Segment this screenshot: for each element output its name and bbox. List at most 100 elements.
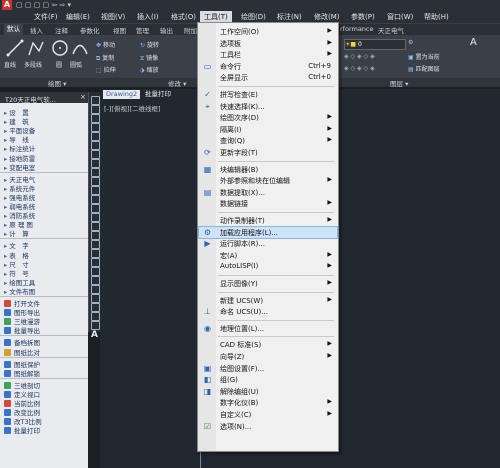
palette-item[interactable]: 图纸解锁 <box>4 368 40 378</box>
close-icon[interactable]: × <box>80 93 86 101</box>
scale-tool[interactable]: ⬗ 缩放 <box>140 65 159 74</box>
text-tool-icon[interactable]: A <box>91 330 98 340</box>
draw-tool-icon[interactable] <box>91 204 100 213</box>
draw-tool-icon[interactable] <box>91 168 100 177</box>
tab-insert[interactable]: 插入 <box>30 25 43 35</box>
draw-tool-icon[interactable] <box>91 222 100 231</box>
draw-tool-icon[interactable] <box>91 213 100 222</box>
move-tool[interactable]: ✥ 移动 <box>96 40 115 49</box>
tools-menu-item[interactable]: 自定义(C) ▶ <box>199 409 337 420</box>
tools-menu-item[interactable]: ⊥ 命名 UCS(U)... <box>199 306 337 317</box>
tools-menu-item[interactable]: 外部参照和块在位编辑 ▶ <box>199 175 337 186</box>
menu-parametric[interactable]: 参数(P) <box>351 12 375 22</box>
rotate-tool[interactable]: ↻ 旋转 <box>140 40 159 49</box>
circle-icon[interactable] <box>51 39 69 57</box>
draw-tool-icon[interactable] <box>91 294 100 303</box>
draw-tool-icon[interactable] <box>91 114 100 123</box>
menu-help[interactable]: 帮助(H) <box>424 12 449 22</box>
polyline-icon[interactable] <box>27 39 45 57</box>
tools-menu-item[interactable]: ◨ 解除编组(U) <box>199 386 337 397</box>
menu-dimension[interactable]: 标注(N) <box>277 12 302 22</box>
panel-layer-title[interactable]: 图层 ▾ <box>390 78 408 88</box>
annotation-icon[interactable]: A <box>470 37 477 48</box>
tools-menu-item[interactable]: 数字化仪(B) ▶ <box>199 397 337 408</box>
tab-batch-print[interactable]: 批量打印 <box>142 90 174 99</box>
layer-dropdown[interactable]: ☀■ 0 <box>344 39 406 50</box>
draw-tool-icon[interactable] <box>91 258 100 267</box>
layer-state-icons[interactable]: ◈ ◇ ◈ ◇ ◈ <box>344 53 375 60</box>
stretch-tool[interactable]: ⬚ 拉伸 <box>96 65 116 74</box>
tools-menu-item[interactable]: ▶ 运行脚本(R)... <box>199 238 337 249</box>
tools-menu-item[interactable]: 隔离(I) ▶ <box>199 124 337 135</box>
draw-tool-icon[interactable] <box>91 159 100 168</box>
draw-tool-icon[interactable] <box>91 96 100 105</box>
tools-menu-item[interactable]: ☑ 选项(N)... <box>199 421 337 432</box>
palette-item[interactable]: 批量导出 <box>4 325 40 335</box>
draw-tool-icon[interactable] <box>91 285 100 294</box>
tools-menu-item[interactable]: ◉ 地理位置(L)... <box>199 323 337 334</box>
draw-tool-icon[interactable] <box>91 249 100 258</box>
layer-tools-icons[interactable]: ◈ ◇ ◈ ◇ ◈ <box>344 65 375 72</box>
menu-edit[interactable]: 编辑(E) <box>66 12 90 22</box>
tools-menu-item[interactable]: ▤ 数据提取(X)... <box>199 187 337 198</box>
tab-annotate[interactable]: 注释 <box>55 25 68 35</box>
tools-menu-item[interactable]: ⟳ 更新字段(T) <box>199 147 337 158</box>
palette-item[interactable]: ▸ 文件布图 <box>4 286 35 296</box>
tools-menu-item[interactable]: ▦ 块编辑器(B) <box>199 164 337 175</box>
layer-properties-icon[interactable]: ⚙ <box>408 39 413 46</box>
draw-tool-icon[interactable] <box>91 240 100 249</box>
tools-menu-item[interactable]: 选项板 ▶ <box>199 38 337 49</box>
tools-menu-item[interactable]: ⌖ 快速选择(K)... <box>199 101 337 112</box>
menu-view[interactable]: 视图(V) <box>101 12 125 22</box>
tab-drawing2[interactable]: Drawing2 <box>103 90 141 99</box>
draw-tool-icon[interactable] <box>91 132 100 141</box>
tools-menu-item[interactable]: 查询(Q) ▶ <box>199 135 337 146</box>
tools-menu-item[interactable]: 显示图像(Y) ▶ <box>199 278 337 289</box>
panel-modify-title[interactable]: 修改 ▾ <box>168 78 186 88</box>
viewport-label[interactable]: [-][俯视][二维线框] <box>104 103 161 113</box>
tools-menu-item[interactable]: 工具栏 ▶ <box>199 49 337 60</box>
palette-item[interactable]: 批量打印 <box>4 425 40 435</box>
tab-tianzheng[interactable]: 天正电气 <box>378 25 404 35</box>
menu-file[interactable]: 文件(F) <box>34 12 58 22</box>
arc-icon[interactable] <box>71 39 89 57</box>
draw-tool-icon[interactable] <box>91 312 100 321</box>
menu-modify[interactable]: 修改(M) <box>314 12 340 22</box>
tab-parametric[interactable]: 参数化 <box>80 25 100 35</box>
tab-manage[interactable]: 管理 <box>136 25 149 35</box>
menu-draw[interactable]: 绘图(D) <box>241 12 266 22</box>
palette-item[interactable]: ▸ 变配电室 <box>4 162 35 172</box>
tools-menu-item[interactable]: ⚙ 加载应用程序(L)... <box>198 225 338 239</box>
draw-tool-icon[interactable] <box>91 186 100 195</box>
tools-menu-item[interactable]: ✓ 拼写检查(E) <box>199 89 337 100</box>
menu-window[interactable]: 窗口(W) <box>387 12 413 22</box>
draw-tool-icon[interactable] <box>91 276 100 285</box>
tab-performance[interactable]: rformance <box>340 25 374 33</box>
line-icon[interactable] <box>6 39 24 57</box>
tab-default[interactable]: 默认 <box>4 24 23 35</box>
menu-insert[interactable]: 插入(I) <box>137 12 159 22</box>
copy-tool[interactable]: ⧉ 复制 <box>96 53 114 63</box>
tools-menu-item[interactable]: ◧ 组(G) <box>199 374 337 385</box>
tab-addons[interactable]: 附加 <box>184 25 197 35</box>
draw-tool-icon[interactable] <box>91 231 100 240</box>
tools-menu-item[interactable]: 动作录制器(T) ▶ <box>199 215 337 226</box>
draw-tool-icon[interactable] <box>91 105 100 114</box>
tools-menu-item[interactable]: 新建 UCS(W) ▶ <box>199 295 337 306</box>
draw-tool-icon[interactable] <box>91 195 100 204</box>
tools-menu-item[interactable]: ▣ 绘图设置(F)... <box>199 363 337 374</box>
tools-menu-item[interactable]: AutoLISP(I) ▶ <box>199 261 337 272</box>
draw-tool-icon[interactable] <box>91 141 100 150</box>
tab-output[interactable]: 输出 <box>160 25 173 35</box>
panel-draw-title[interactable]: 绘图 ▾ <box>48 78 66 88</box>
draw-tool-icon[interactable] <box>91 123 100 132</box>
palette-item[interactable]: ▸ 计 算 <box>4 228 29 238</box>
set-current-button[interactable]: ▣ 置为当前 <box>408 52 440 61</box>
tools-menu-item[interactable]: 全屏显示 Ctrl+0 <box>199 72 337 83</box>
tools-menu-item[interactable]: 工作空间(O) ▶ <box>199 26 337 37</box>
tools-menu-item[interactable]: CAD 标准(S) ▶ <box>199 339 337 350</box>
draw-tool-icon[interactable] <box>91 267 100 276</box>
palette-item[interactable]: 图纸比对 <box>4 347 40 357</box>
tools-menu-item[interactable]: ▭ 命令行 Ctrl+9 <box>199 61 337 72</box>
draw-tool-icon[interactable] <box>91 150 100 159</box>
